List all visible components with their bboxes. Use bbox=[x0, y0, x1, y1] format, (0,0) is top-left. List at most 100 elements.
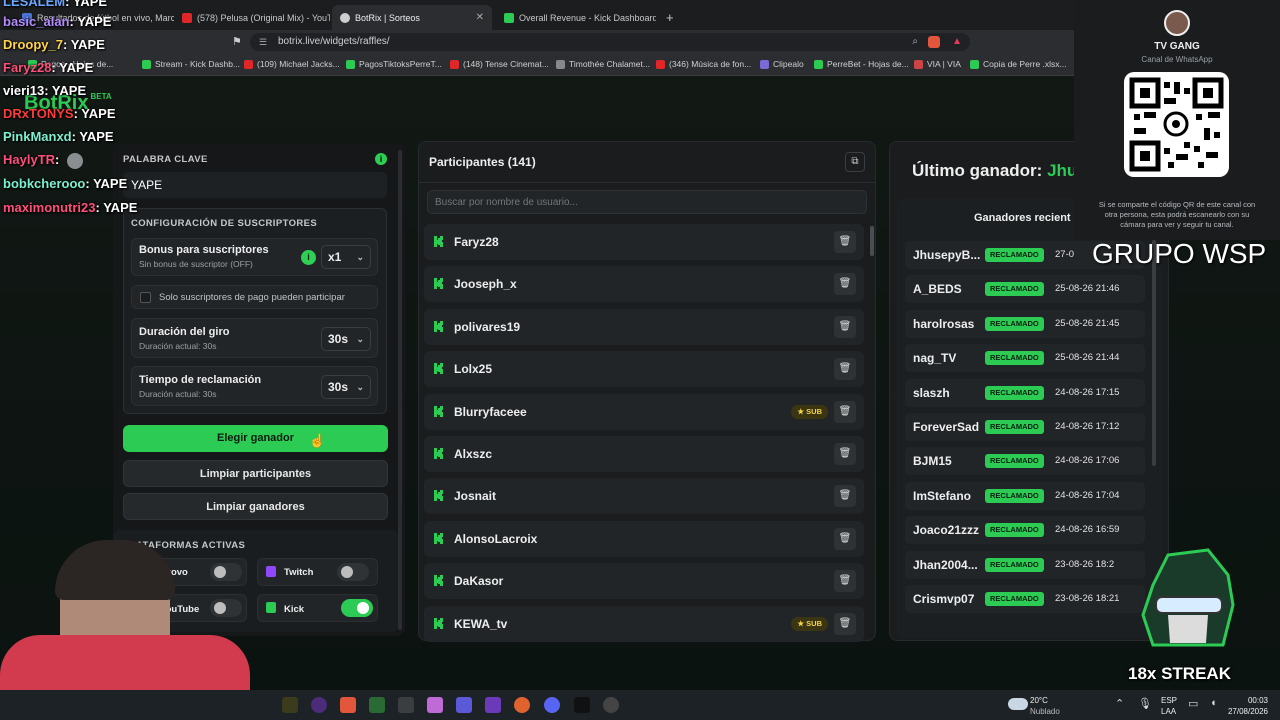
taskbar-app-icon[interactable] bbox=[603, 697, 619, 713]
taskbar-app-icon[interactable] bbox=[369, 697, 385, 713]
bookmark-item[interactable]: PerreBet - Hojas de... bbox=[814, 59, 909, 69]
url-field[interactable]: ☰ botrix.live/widgets/raffles/ ⌕ ▲ bbox=[250, 33, 970, 51]
site-info-icon[interactable]: ☰ bbox=[259, 33, 267, 51]
claim-select[interactable]: 30s ⌄ bbox=[321, 375, 371, 399]
participant-row[interactable]: Josnait 🗑 bbox=[424, 478, 864, 515]
participant-search-input[interactable] bbox=[427, 190, 867, 214]
close-icon[interactable]: ✕ bbox=[476, 12, 484, 23]
tab-label: (578) Pelusa (Original Mix) - YouT bbox=[197, 12, 330, 23]
screen: Resultados de fútbol en vivo, Marcad (57… bbox=[0, 0, 1280, 720]
rewards-icon[interactable]: ▲ bbox=[952, 33, 962, 51]
claimed-badge: RECLAMADO bbox=[985, 592, 1044, 606]
participant-row[interactable]: Jooseph_x 🗑 bbox=[424, 266, 864, 303]
bookmark-icon[interactable]: ⚑ bbox=[232, 35, 242, 48]
chat-message: Faryz28: YAPE bbox=[3, 60, 94, 75]
bookmark-item[interactable]: Timothée Chalamet... bbox=[556, 59, 650, 69]
bookmark-item[interactable]: Copia de Perre .xlsx... bbox=[970, 59, 1067, 69]
bookmark-item[interactable]: Clipealo bbox=[760, 59, 804, 69]
participants-scrollbar[interactable] bbox=[870, 226, 874, 256]
winners-scrollbar[interactable] bbox=[1152, 240, 1156, 466]
weather-icon[interactable] bbox=[1008, 698, 1028, 710]
brave-icon[interactable] bbox=[340, 697, 356, 713]
kick-toggle[interactable] bbox=[341, 599, 373, 617]
delete-icon[interactable]: 🗑 bbox=[834, 527, 856, 550]
chevron-up-icon[interactable]: ⌃ bbox=[1115, 697, 1124, 710]
info-icon[interactable]: i bbox=[375, 153, 387, 165]
new-tab-button[interactable]: + bbox=[658, 5, 682, 30]
participant-row[interactable]: Blurryfaceee ★ SUB 🗑 bbox=[424, 393, 864, 430]
claim-title: Tiempo de reclamación bbox=[139, 374, 262, 386]
bookmark-item[interactable]: VIA | VIA bbox=[914, 59, 961, 69]
tab-botrix[interactable]: BotRix | Sorteos ✕ bbox=[332, 5, 492, 30]
winner-row[interactable]: A_BEDS RECLAMADO 25-08-26 21:46 bbox=[905, 275, 1145, 304]
delete-icon[interactable]: 🗑 bbox=[834, 315, 856, 338]
taskbar-app-icon[interactable] bbox=[485, 697, 501, 713]
winner-row[interactable]: Joaco21zzz RECLAMADO 24-08-26 16:59 bbox=[905, 516, 1145, 545]
bookmark-item[interactable]: (109) Michael Jacks... bbox=[244, 59, 340, 69]
winner-row[interactable]: nag_TV RECLAMADO 25-08-26 21:44 bbox=[905, 344, 1145, 373]
participant-row[interactable]: AlonsoLacroix 🗑 bbox=[424, 520, 864, 557]
taskbar-app-icon[interactable] bbox=[456, 697, 472, 713]
chevron-down-icon: ⌄ bbox=[356, 252, 364, 262]
bookmark-item[interactable]: (148) Tense Cinemat... bbox=[450, 59, 549, 69]
bonus-info-icon[interactable]: i bbox=[301, 250, 316, 265]
bonus-select[interactable]: x1 ⌄ bbox=[321, 245, 371, 269]
claimed-badge: RECLAMADO bbox=[985, 454, 1044, 469]
winner-name: nag_TV bbox=[913, 351, 957, 366]
bookmark-item[interactable]: Stream - Kick Dashb... bbox=[142, 59, 240, 69]
participant-row[interactable]: KEWA_tv ★ SUB 🗑 bbox=[424, 605, 864, 642]
pick-winner-button[interactable]: Elegir ganador bbox=[123, 425, 388, 452]
participant-row[interactable]: polivares19 🗑 bbox=[424, 308, 864, 345]
taskbar-app-icon[interactable] bbox=[282, 697, 298, 713]
participant-row[interactable]: Alxszc 🗑 bbox=[424, 436, 864, 472]
winner-row[interactable]: slaszh RECLAMADO 24-08-26 17:15 bbox=[905, 378, 1145, 407]
discord-icon[interactable] bbox=[544, 697, 560, 713]
clear-winners-button[interactable]: Limpiar ganadores bbox=[123, 493, 388, 520]
participant-row[interactable]: Lolx25 🗑 bbox=[424, 351, 864, 388]
kick-icon bbox=[266, 602, 276, 613]
delete-icon[interactable]: 🗑 bbox=[834, 443, 856, 465]
delete-icon[interactable]: 🗑 bbox=[834, 358, 856, 381]
network-icon[interactable]: ▭ bbox=[1188, 697, 1198, 710]
mic-icon[interactable]: 🎙 bbox=[1138, 697, 1152, 710]
brave-shield-icon[interactable] bbox=[928, 36, 940, 48]
winner-row[interactable]: ImStefano RECLAMADO 24-08-26 17:04 bbox=[905, 481, 1145, 510]
delete-icon[interactable]: 🗑 bbox=[834, 231, 856, 253]
bookmark-favicon-icon bbox=[970, 59, 979, 69]
clock-time[interactable]: 00:03 bbox=[1226, 696, 1268, 705]
spin-select[interactable]: 30s ⌄ bbox=[321, 327, 371, 351]
winner-row[interactable]: BJM15 RECLAMADO 24-08-26 17:06 bbox=[905, 447, 1145, 476]
winner-row[interactable]: harolrosas RECLAMADO 25-08-26 21:45 bbox=[905, 309, 1145, 338]
delete-icon[interactable]: 🗑 bbox=[834, 485, 856, 508]
paid-only-checkbox[interactable] bbox=[140, 292, 151, 303]
taskbar-app-icon[interactable] bbox=[311, 697, 327, 713]
winner-date: 24-08-26 17:15 bbox=[1055, 386, 1120, 398]
delete-icon[interactable]: 🗑 bbox=[834, 400, 856, 423]
taskbar-app-icon[interactable] bbox=[514, 697, 530, 713]
zoom-icon[interactable]: ⌕ bbox=[912, 33, 918, 51]
copy-icon[interactable]: ⧉ bbox=[845, 152, 865, 172]
bookmark-item[interactable]: PagosTiktoksPerreT... bbox=[346, 59, 442, 69]
winner-row[interactable]: Crismvp07 RECLAMADO 23-08-26 18:21 bbox=[905, 585, 1145, 613]
delete-icon[interactable]: 🗑 bbox=[834, 273, 856, 296]
taskbar-app-icon[interactable] bbox=[398, 697, 414, 713]
winner-row[interactable]: ForeverSad RECLAMADO 24-08-26 17:12 bbox=[905, 413, 1145, 441]
chat-text: YAPE bbox=[72, 0, 108, 9]
winner-row[interactable]: Jhan2004... RECLAMADO 23-08-26 18:2 bbox=[905, 550, 1145, 579]
lang-label[interactable]: ESP bbox=[1161, 696, 1177, 705]
settings-scrollbar[interactable] bbox=[398, 150, 402, 630]
tab-kick-dashboard[interactable]: Overall Revenue - Kick Dashboard bbox=[496, 5, 656, 30]
delete-icon[interactable]: 🗑 bbox=[834, 612, 856, 635]
taskbar-app-icon[interactable] bbox=[427, 697, 443, 713]
participant-row[interactable]: Faryz28 🗑 bbox=[424, 224, 864, 260]
delete-icon[interactable]: 🗑 bbox=[834, 570, 856, 593]
volume-icon[interactable]: ◖ bbox=[1210, 697, 1217, 709]
bookmark-item[interactable]: (346) Música de fon... bbox=[656, 59, 751, 69]
participant-row[interactable]: DaKasor 🗑 bbox=[424, 563, 864, 600]
claimed-badge: RECLAMADO bbox=[985, 488, 1044, 503]
twitch-toggle[interactable] bbox=[337, 563, 369, 581]
taskbar-app-icon[interactable] bbox=[574, 697, 590, 713]
keyword-input[interactable]: YAPE bbox=[123, 172, 387, 198]
tab-youtube[interactable]: (578) Pelusa (Original Mix) - YouT bbox=[174, 5, 330, 30]
clear-participants-button[interactable]: Limpiar participantes bbox=[123, 460, 388, 487]
